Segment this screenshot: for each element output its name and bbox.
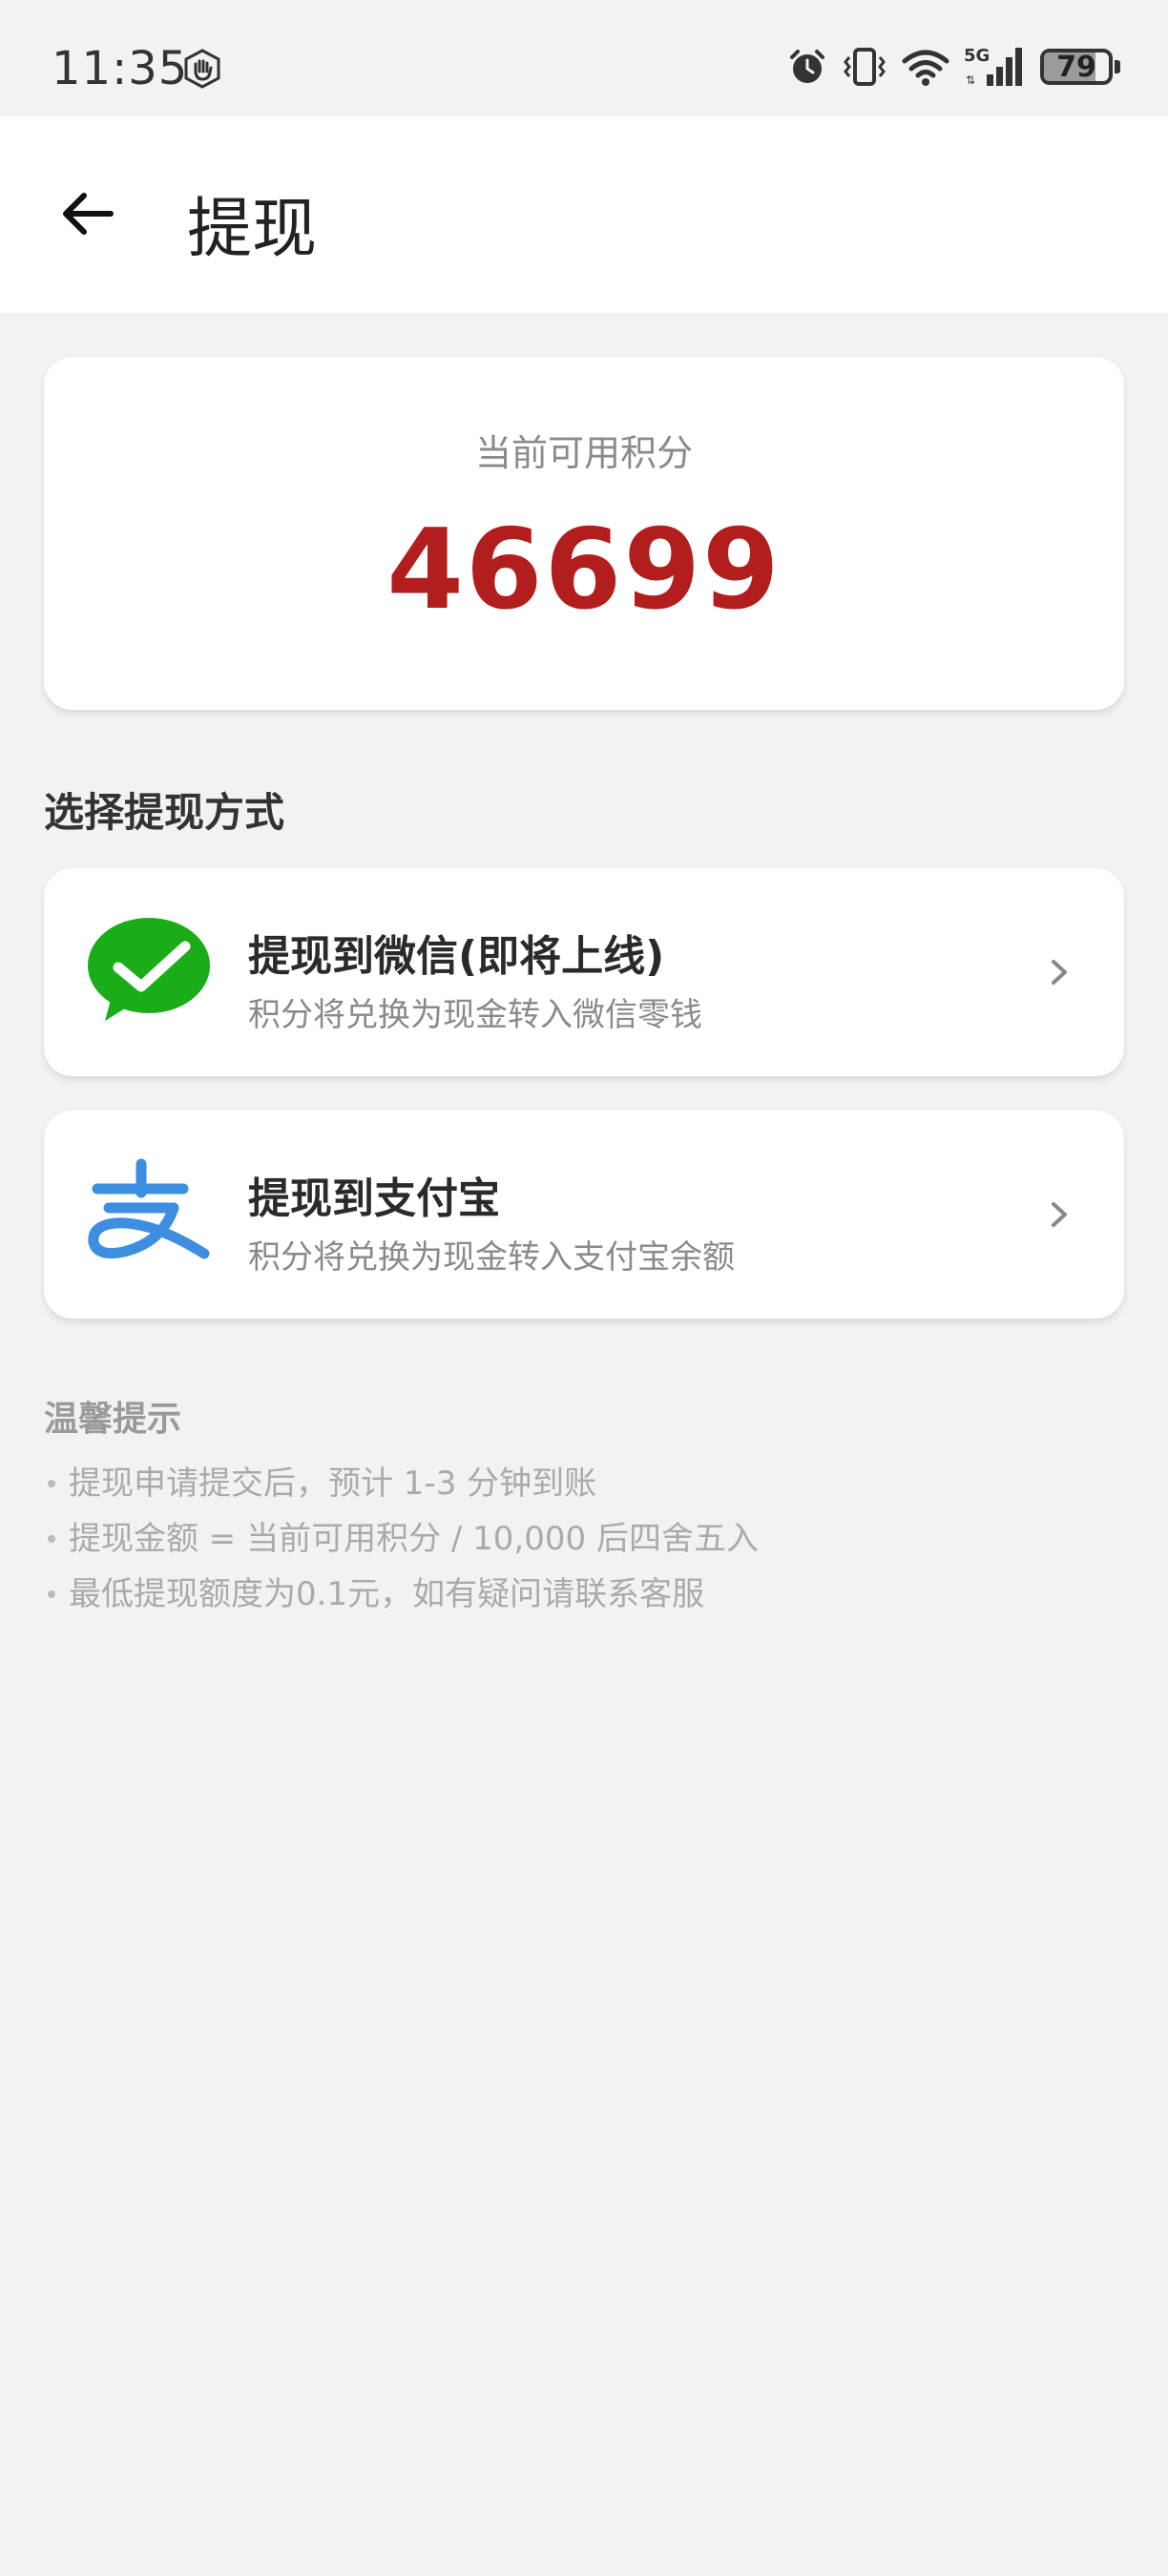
hand-badge-icon	[184, 49, 220, 89]
network-label: 5G	[964, 46, 990, 66]
app-header: 提现	[0, 116, 1168, 313]
tip-item: 最低提现额度为0.1元，如有疑问请联系客服	[44, 1567, 759, 1622]
chevron-right-icon	[1052, 1202, 1067, 1227]
option-description: 积分将兑换为现金转入支付宝余额	[248, 1238, 735, 1277]
alarm-icon	[790, 50, 824, 83]
chevron-right-icon	[1052, 960, 1067, 985]
bullet-icon	[48, 1590, 55, 1598]
alipay-icon	[88, 1158, 210, 1259]
option-title: 提现到支付宝	[248, 1174, 500, 1223]
tips-list: 提现申请提交后，预计 1-3 分钟到账 提现金额 = 当前可用积分 / 10,0…	[44, 1456, 759, 1622]
option-title: 提现到微信(即将上线)	[248, 932, 665, 981]
arrow-left-icon	[63, 193, 114, 235]
withdraw-alipay-option[interactable]: 提现到支付宝 积分将兑换为现金转入支付宝余额	[44, 1111, 1124, 1319]
vibrate-icon	[844, 48, 886, 86]
withdraw-wechat-option[interactable]: 提现到微信(即将上线) 积分将兑换为现金转入微信零钱	[44, 868, 1124, 1076]
page-title: 提现	[187, 192, 318, 267]
battery-icon: 79	[1040, 49, 1113, 85]
tip-text: 提现申请提交后，预计 1-3 分钟到账	[69, 1465, 597, 1503]
tip-text: 最低提现额度为0.1元，如有疑问请联系客服	[69, 1575, 705, 1613]
status-bar: 11:35 5G ⇅ 79	[0, 0, 1168, 116]
signal-icon: 5G ⇅	[964, 46, 1022, 87]
tips-title: 温馨提示	[44, 1400, 182, 1439]
wechat-icon	[88, 918, 210, 1021]
points-card: 当前可用积分 46699	[44, 357, 1124, 710]
tip-item: 提现金额 = 当前可用积分 / 10,000 后四舍五入	[44, 1511, 759, 1567]
points-value: 46699	[386, 506, 782, 634]
points-label: 当前可用积分	[474, 432, 693, 474]
tip-item: 提现申请提交后，预计 1-3 分钟到账	[44, 1456, 759, 1511]
wifi-icon	[902, 50, 949, 86]
status-time: 11:35	[52, 42, 189, 95]
tip-text: 提现金额 = 当前可用积分 / 10,000 后四舍五入	[69, 1520, 759, 1558]
battery-level: 79	[1056, 50, 1096, 84]
section-title: 选择提现方式	[44, 789, 285, 836]
option-description: 积分将兑换为现金转入微信零钱	[248, 996, 702, 1034]
bullet-icon	[48, 1535, 55, 1543]
back-button[interactable]	[48, 174, 128, 254]
status-icons: 5G ⇅ 79	[786, 44, 1120, 90]
bullet-icon	[48, 1480, 55, 1487]
battery-tip	[1115, 60, 1120, 73]
svg-text:⇅: ⇅	[966, 73, 975, 87]
